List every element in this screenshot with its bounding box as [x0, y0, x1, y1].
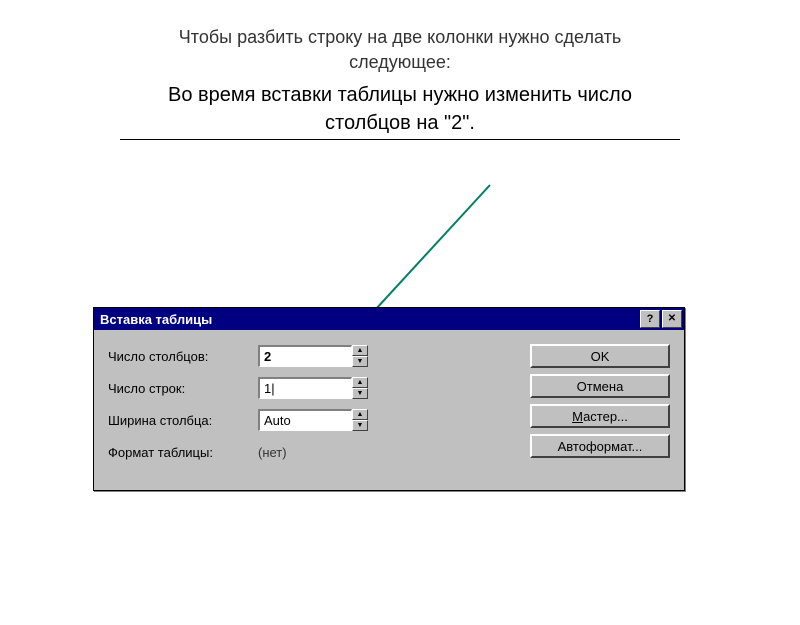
columns-input[interactable]: 2 — [258, 345, 352, 367]
rows-spin-up[interactable]: ▲ — [352, 377, 368, 388]
help-button[interactable]: ? — [640, 310, 660, 328]
format-label: Формат таблицы: — [108, 445, 258, 460]
rows-spin-buttons: ▲ ▼ — [352, 377, 368, 399]
rows-spin-down[interactable]: ▼ — [352, 388, 368, 399]
width-spin-down[interactable]: ▼ — [352, 420, 368, 431]
columns-spin-up[interactable]: ▲ — [352, 345, 368, 356]
underline-bar — [120, 139, 680, 140]
heading-line2: следующее: — [349, 52, 451, 72]
wizard-label: Мастер... — [572, 409, 628, 424]
dialog-body: Число столбцов: 2 ▲ ▼ Число строк: 1| ▲ … — [94, 330, 684, 490]
columns-spin-buttons: ▲ ▼ — [352, 345, 368, 367]
chevron-down-icon: ▼ — [357, 390, 364, 397]
cancel-button[interactable]: Отмена — [530, 374, 670, 398]
width-spin-up[interactable]: ▲ — [352, 409, 368, 420]
chevron-up-icon: ▲ — [357, 411, 364, 418]
autoformat-button[interactable]: Автоформат... — [530, 434, 670, 458]
width-spin-buttons: ▲ ▼ — [352, 409, 368, 431]
columns-spinner[interactable]: 2 ▲ ▼ — [258, 345, 368, 367]
autoformat-label: Автоформат... — [558, 439, 643, 454]
heading-line1: Чтобы разбить строку на две колонки нужн… — [179, 27, 621, 47]
columns-label: Число столбцов: — [108, 349, 258, 364]
insert-table-dialog: Вставка таблицы ? ✕ Число столбцов: 2 ▲ … — [93, 307, 685, 491]
dialog-title: Вставка таблицы — [100, 312, 638, 327]
button-column: OK Отмена Мастер... Автоформат... — [530, 344, 670, 458]
help-icon: ? — [647, 314, 654, 325]
chevron-up-icon: ▲ — [357, 347, 364, 354]
width-label: Ширина столбца: — [108, 413, 258, 428]
wizard-button[interactable]: Мастер... — [530, 404, 670, 428]
rows-input[interactable]: 1| — [258, 377, 352, 399]
width-spinner[interactable]: Auto ▲ ▼ — [258, 409, 368, 431]
titlebar[interactable]: Вставка таблицы ? ✕ — [94, 308, 684, 330]
ok-button[interactable]: OK — [530, 344, 670, 368]
chevron-down-icon: ▼ — [357, 422, 364, 429]
close-icon: ✕ — [668, 314, 676, 324]
chevron-down-icon: ▼ — [357, 358, 364, 365]
format-value: (нет) — [258, 445, 287, 460]
columns-spin-down[interactable]: ▼ — [352, 356, 368, 367]
rows-spinner[interactable]: 1| ▲ ▼ — [258, 377, 368, 399]
cancel-label: Отмена — [577, 379, 624, 394]
width-input[interactable]: Auto — [258, 409, 352, 431]
slide-subheading: Во время вставки таблицы нужно изменить … — [0, 81, 800, 137]
chevron-up-icon: ▲ — [357, 379, 364, 386]
ok-label: OK — [591, 349, 610, 364]
rows-label: Число строк: — [108, 381, 258, 396]
close-button[interactable]: ✕ — [662, 310, 682, 328]
slide-heading: Чтобы разбить строку на две колонки нужн… — [0, 25, 800, 75]
sub-line1: Во время вставки таблицы нужно изменить … — [168, 84, 632, 106]
sub-line2: столбцов на "2". — [325, 112, 475, 134]
